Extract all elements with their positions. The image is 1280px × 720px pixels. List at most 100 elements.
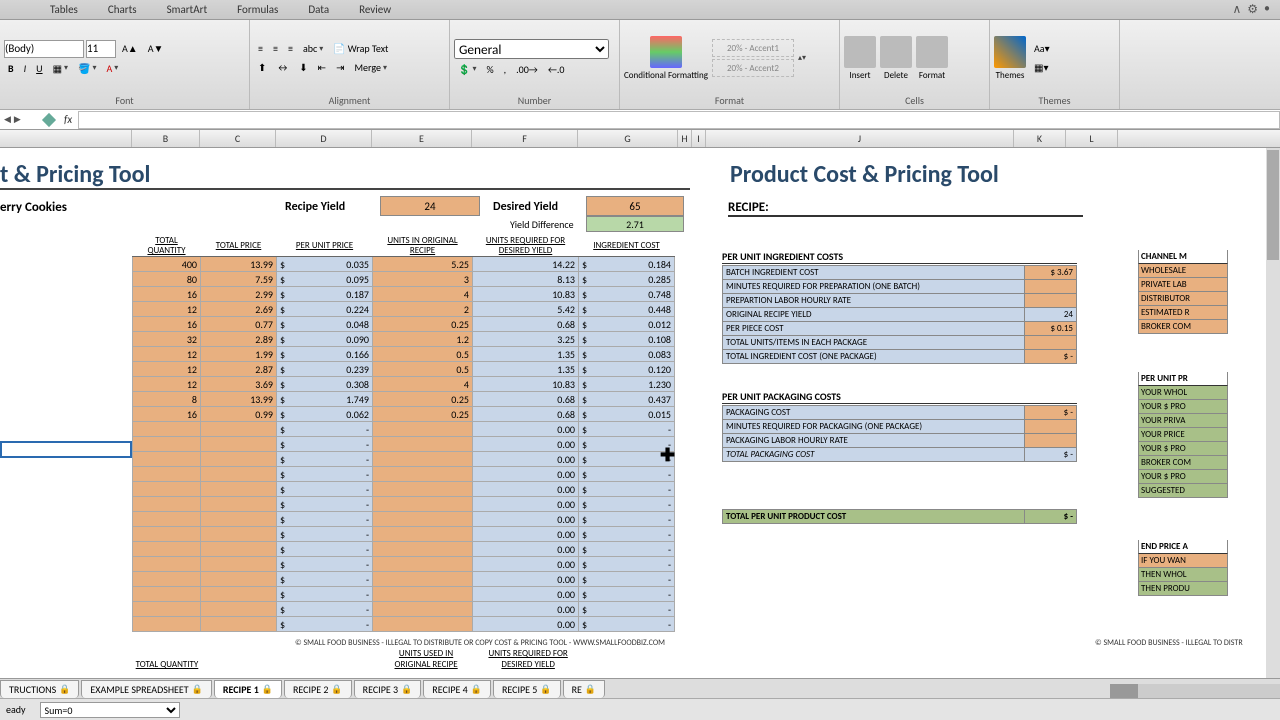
vertical-scrollbar[interactable] xyxy=(1266,148,1280,678)
desired-yield-cell[interactable]: 65 xyxy=(586,196,684,216)
align-center-button[interactable]: ≡ xyxy=(269,40,282,57)
formula-input[interactable] xyxy=(78,111,1280,129)
table-row[interactable]: 807.59$0.09538.13$0.285 xyxy=(133,272,675,287)
table-row[interactable]: $-0.00$- xyxy=(133,527,675,542)
decrease-font-button[interactable]: A▼ xyxy=(144,40,168,58)
align-left-button[interactable]: ≡ xyxy=(254,40,267,57)
table-row[interactable]: $-0.00$- xyxy=(133,452,675,467)
wrap-text-button[interactable]: 📄Wrap Text xyxy=(329,40,392,57)
table-row[interactable]: $-0.00$- xyxy=(133,617,675,632)
increase-decimal-button[interactable]: .00→ xyxy=(512,61,542,78)
bold-button[interactable]: B xyxy=(4,60,18,77)
theme-fonts-button[interactable]: Aa▾ xyxy=(1030,40,1054,57)
align-right-button[interactable]: ≡ xyxy=(284,40,297,57)
tab-data[interactable]: Data xyxy=(308,3,329,16)
column-header-K[interactable]: K xyxy=(1014,130,1066,147)
indent-inc-button[interactable]: ⇥ xyxy=(332,59,348,76)
border-button[interactable]: ▦▾ xyxy=(49,60,72,77)
sheet-tab-recipe-4[interactable]: RECIPE 4🔒 xyxy=(423,680,491,698)
style-accent2[interactable]: 20% - Accent2 xyxy=(712,59,794,77)
cell-nav-right-icon[interactable]: ▶ xyxy=(14,114,21,125)
table-row[interactable]: $-0.00$- xyxy=(133,557,675,572)
column-header-G[interactable]: G xyxy=(578,130,678,147)
font-family-select[interactable] xyxy=(4,40,84,58)
table-row[interactable]: $-0.00$- xyxy=(133,437,675,452)
sheet-tab-recipe-5[interactable]: RECIPE 5🔒 xyxy=(493,680,561,698)
conditional-formatting-icon[interactable] xyxy=(650,36,682,68)
indent-dec-button[interactable]: ⇤ xyxy=(314,59,330,76)
sheet-tab-recipe-1[interactable]: RECIPE 1🔒 xyxy=(214,680,282,698)
style-accent1[interactable]: 20% - Accent1 xyxy=(712,39,794,57)
fx-label[interactable]: fx xyxy=(58,113,78,126)
sheet-tabs[interactable]: TRUCTIONS🔒EXAMPLE SPREADSHEET🔒RECIPE 1🔒R… xyxy=(0,678,1280,698)
font-size-select[interactable] xyxy=(86,40,116,58)
comma-button[interactable]: , xyxy=(500,61,511,78)
column-header-B[interactable]: B xyxy=(132,130,200,147)
delete-icon[interactable] xyxy=(880,36,912,68)
table-row[interactable]: $-0.00$- xyxy=(133,422,675,437)
insert-icon[interactable] xyxy=(844,36,876,68)
sheet-tab-recipe-2[interactable]: RECIPE 2🔒 xyxy=(284,680,352,698)
table-row[interactable]: 160.99$0.0620.250.68$0.015 xyxy=(133,407,675,422)
fill-color-button[interactable]: 🪣▾ xyxy=(74,60,100,77)
percent-button[interactable]: % xyxy=(482,61,497,78)
collapse-ribbon-icon[interactable]: ∧ xyxy=(1232,2,1241,17)
name-box-icon[interactable] xyxy=(42,112,56,126)
increase-font-button[interactable]: A▲ xyxy=(118,40,142,58)
table-row[interactable]: 121.99$0.1660.51.35$0.083 xyxy=(133,347,675,362)
column-header-I[interactable]: I xyxy=(692,130,706,147)
font-color-button[interactable]: A▾ xyxy=(103,60,123,77)
ingredients-table[interactable]: TOTAL QUANTITY TOTAL PRICE PER UNIT PRIC… xyxy=(132,236,675,632)
sheet-tab-re[interactable]: RE🔒 xyxy=(563,680,606,698)
merge-button[interactable]: Merge▾ xyxy=(350,59,391,76)
styles-more-button[interactable]: ▴▾ xyxy=(798,53,806,63)
worksheet-area[interactable]: t & Pricing Tool Product Cost & Pricing … xyxy=(0,148,1280,688)
horizontal-scrollbar[interactable] xyxy=(1110,684,1280,698)
decrease-decimal-button[interactable]: ←.0 xyxy=(544,61,569,78)
column-header-H[interactable]: H xyxy=(678,130,692,147)
themes-icon[interactable] xyxy=(994,36,1026,68)
table-row[interactable]: 40013.99$0.0355.2514.22$0.184 xyxy=(133,257,675,272)
valign-mid-button[interactable]: ↔ xyxy=(272,59,293,76)
tab-charts[interactable]: Charts xyxy=(108,3,137,16)
table-row[interactable]: 813.99$1.7490.250.68$0.437 xyxy=(133,392,675,407)
theme-colors-button[interactable]: ▦▾ xyxy=(1030,59,1054,76)
table-row[interactable]: 122.87$0.2390.51.35$0.120 xyxy=(133,362,675,377)
table-row[interactable]: 123.69$0.308410.83$1.230 xyxy=(133,377,675,392)
table-row[interactable]: $-0.00$- xyxy=(133,467,675,482)
column-header-E[interactable]: E xyxy=(372,130,472,147)
italic-button[interactable]: I xyxy=(20,60,31,77)
column-header-J[interactable]: J xyxy=(706,130,1014,147)
gear-icon[interactable]: ⚙ xyxy=(1247,2,1258,17)
orientation-button[interactable]: abc▾ xyxy=(299,40,327,57)
valign-top-button[interactable]: ⬆ xyxy=(254,59,270,76)
recipe-yield-cell[interactable]: 24 xyxy=(380,196,480,216)
table-row[interactable]: $-0.00$- xyxy=(133,572,675,587)
column-headers[interactable]: BCDEFGHIJKL xyxy=(0,130,1280,148)
table-row[interactable]: $-0.00$- xyxy=(133,482,675,497)
cell-nav-left-icon[interactable]: ◀ xyxy=(4,114,11,125)
column-header-C[interactable]: C xyxy=(200,130,276,147)
currency-button[interactable]: 💲▾ xyxy=(454,61,480,78)
table-row[interactable]: $-0.00$- xyxy=(133,587,675,602)
sheet-tab-example-spreadsheet[interactable]: EXAMPLE SPREADSHEET🔒 xyxy=(81,680,212,698)
column-header-F[interactable]: F xyxy=(472,130,578,147)
sheet-tab-tructions[interactable]: TRUCTIONS🔒 xyxy=(0,680,79,698)
sheet-tab-recipe-3[interactable]: RECIPE 3🔒 xyxy=(354,680,422,698)
help-icon[interactable]: • xyxy=(1264,2,1270,17)
tab-review[interactable]: Review xyxy=(359,3,391,16)
column-header-D[interactable]: D xyxy=(276,130,372,147)
table-row[interactable]: $-0.00$- xyxy=(133,542,675,557)
table-row[interactable]: $-0.00$- xyxy=(133,602,675,617)
valign-bot-button[interactable]: ⬇ xyxy=(295,59,311,76)
table-row[interactable]: 162.99$0.187410.83$0.748 xyxy=(133,287,675,302)
tab-tables[interactable]: Tables xyxy=(50,3,78,16)
table-row[interactable]: 160.77$0.0480.250.68$0.012 xyxy=(133,317,675,332)
table-row[interactable]: 322.89$0.0901.23.25$0.108 xyxy=(133,332,675,347)
format-icon[interactable] xyxy=(916,36,948,68)
underline-button[interactable]: U xyxy=(32,60,46,77)
table-row[interactable]: $-0.00$- xyxy=(133,512,675,527)
table-row[interactable]: $-0.00$- xyxy=(133,497,675,512)
table-row[interactable]: 122.69$0.22425.42$0.448 xyxy=(133,302,675,317)
status-sum-select[interactable]: Sum=0 xyxy=(40,702,180,718)
